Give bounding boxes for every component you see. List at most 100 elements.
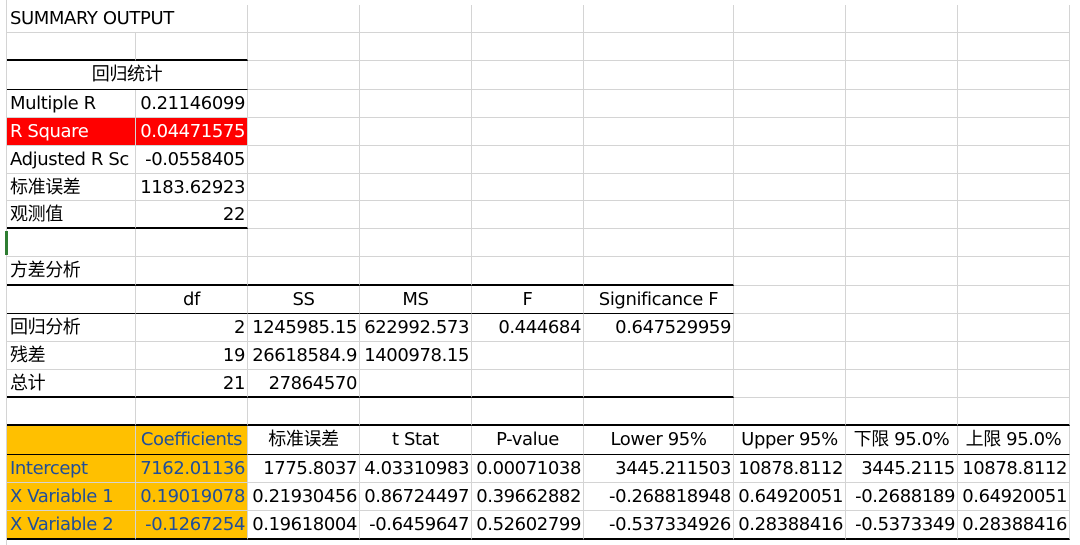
anova-row-label[interactable]: 总计: [7, 370, 136, 398]
coef-value[interactable]: 7162.01136: [136, 455, 248, 483]
cell[interactable]: [846, 229, 958, 257]
cell[interactable]: [584, 118, 734, 146]
cell[interactable]: [472, 33, 584, 61]
coef-value[interactable]: 0.19019078: [136, 483, 248, 511]
cell[interactable]: [846, 174, 958, 201]
regression-stats-header[interactable]: 回归统计: [7, 61, 248, 90]
cell[interactable]: [958, 286, 1070, 314]
coef-upper-95[interactable]: 10878.8112: [734, 455, 846, 483]
stat-label-std-error[interactable]: 标准误差: [7, 174, 136, 201]
coef-p-value[interactable]: 0.00071038: [472, 455, 584, 483]
coef-value[interactable]: -0.1267254: [136, 511, 248, 540]
coef-std-error[interactable]: 0.19618004: [248, 511, 360, 540]
cell[interactable]: [360, 61, 472, 90]
coef-lower-95[interactable]: 3445.211503: [584, 455, 734, 483]
stat-label-multiple-r[interactable]: Multiple R: [7, 90, 136, 118]
cell[interactable]: [472, 5, 584, 33]
cell[interactable]: [958, 257, 1070, 286]
coef-t-stat[interactable]: 0.86724497: [360, 483, 472, 511]
cell[interactable]: [584, 201, 734, 229]
summary-title[interactable]: SUMMARY OUTPUT: [7, 5, 174, 33]
cell[interactable]: [958, 118, 1070, 146]
cell[interactable]: [846, 370, 958, 398]
anova-ss[interactable]: 27864570: [248, 370, 360, 398]
cell[interactable]: [734, 229, 846, 257]
coef-lower-95[interactable]: -0.268818948: [584, 483, 734, 511]
cell[interactable]: [584, 90, 734, 118]
cell[interactable]: [958, 229, 1070, 257]
anova-col-f[interactable]: F: [472, 286, 584, 314]
cell[interactable]: [248, 118, 360, 146]
cell[interactable]: [584, 5, 734, 33]
anova-f[interactable]: 0.444684: [472, 314, 584, 342]
cell[interactable]: [360, 146, 472, 174]
coef-upper-95[interactable]: 0.28388416: [734, 511, 846, 540]
cell[interactable]: [248, 33, 360, 61]
coef-col-upper-95-0[interactable]: 上限 95.0%: [958, 426, 1070, 455]
cell[interactable]: [958, 5, 1070, 33]
cell[interactable]: [360, 33, 472, 61]
cell[interactable]: [846, 314, 958, 342]
coef-upper-95-0[interactable]: 0.64920051: [958, 483, 1070, 511]
coef-lower-95[interactable]: -0.537334926: [584, 511, 734, 540]
anova-ms[interactable]: 1400978.15: [360, 342, 472, 370]
cell[interactable]: [472, 90, 584, 118]
stat-value-std-error[interactable]: 1183.62923: [136, 174, 248, 201]
cell[interactable]: [472, 257, 584, 286]
cell[interactable]: [248, 257, 360, 286]
coef-col-p-value[interactable]: P-value: [472, 426, 584, 455]
anova-col-significance-f[interactable]: Significance F: [584, 286, 734, 314]
cell[interactable]: [958, 342, 1070, 370]
cell[interactable]: [734, 286, 846, 314]
cell[interactable]: [734, 314, 846, 342]
coef-row-label[interactable]: X Variable 1: [7, 483, 136, 511]
cell[interactable]: [846, 342, 958, 370]
coef-col-coefficients[interactable]: Coefficients: [136, 426, 248, 455]
cell[interactable]: [7, 286, 136, 314]
coef-std-error[interactable]: 0.21930456: [248, 483, 360, 511]
cell[interactable]: [734, 257, 846, 286]
cell[interactable]: [360, 174, 472, 201]
cell[interactable]: [584, 229, 734, 257]
cell[interactable]: [584, 61, 734, 90]
cell[interactable]: [360, 90, 472, 118]
anova-f[interactable]: [472, 370, 584, 398]
anova-col-ss[interactable]: SS: [248, 286, 360, 314]
cell[interactable]: [958, 370, 1070, 398]
cell[interactable]: [472, 229, 584, 257]
cell[interactable]: [360, 5, 472, 33]
cell[interactable]: [958, 174, 1070, 201]
cell[interactable]: [958, 398, 1070, 426]
cell[interactable]: [360, 398, 472, 426]
anova-ss[interactable]: 26618584.9: [248, 342, 360, 370]
cell[interactable]: [846, 61, 958, 90]
cell[interactable]: [846, 398, 958, 426]
cell[interactable]: [734, 342, 846, 370]
anova-significance[interactable]: [584, 342, 734, 370]
anova-f[interactable]: [472, 342, 584, 370]
cell[interactable]: [958, 61, 1070, 90]
cell[interactable]: [846, 201, 958, 229]
coef-t-stat[interactable]: -0.6459647: [360, 511, 472, 540]
cell[interactable]: [472, 118, 584, 146]
cell[interactable]: [248, 90, 360, 118]
coef-t-stat[interactable]: 4.03310983: [360, 455, 472, 483]
coef-col-lower-95-0[interactable]: 下限 95.0%: [846, 426, 958, 455]
anova-ss[interactable]: 1245985.15: [248, 314, 360, 342]
cell[interactable]: [472, 398, 584, 426]
cell[interactable]: [734, 5, 846, 33]
cell[interactable]: [248, 229, 360, 257]
cell[interactable]: [248, 174, 360, 201]
cell[interactable]: [584, 146, 734, 174]
coef-lower-95-0[interactable]: -0.5373349: [846, 511, 958, 540]
cell[interactable]: [846, 5, 958, 33]
anova-significance[interactable]: 0.647529959: [584, 314, 734, 342]
cell[interactable]: [360, 201, 472, 229]
cell[interactable]: [584, 174, 734, 201]
stat-value-multiple-r[interactable]: 0.21146099: [136, 90, 248, 118]
cell[interactable]: [734, 398, 846, 426]
coef-col-t-stat[interactable]: t Stat: [360, 426, 472, 455]
cell[interactable]: [7, 229, 136, 257]
stat-label-adjusted-r[interactable]: Adjusted R Sc: [7, 146, 136, 174]
stat-label-r-square[interactable]: R Square: [7, 118, 136, 146]
